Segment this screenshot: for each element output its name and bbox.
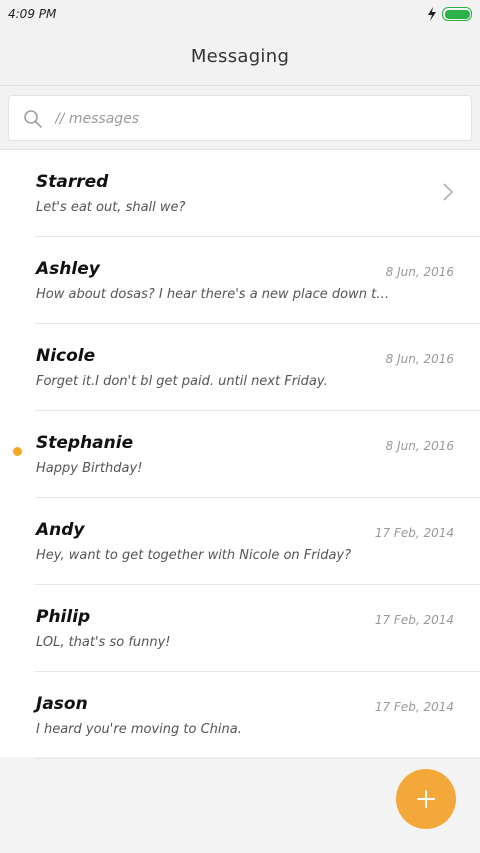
message-date: 8 Jun, 2016 <box>385 352 454 366</box>
message-date: 8 Jun, 2016 <box>385 439 454 453</box>
contact-name: Nicole <box>36 346 96 366</box>
battery-level <box>444 9 470 19</box>
conversation-row[interactable]: Andy 17 Feb, 2014 Hey, want to get togethe… <box>0 498 480 585</box>
search-box[interactable] <box>8 95 472 141</box>
chevron-right-icon <box>443 183 454 201</box>
search-input[interactable] <box>55 107 455 131</box>
message-preview: Forget it.I don't bl get paid. until nex… <box>36 374 328 389</box>
new-message-button[interactable] <box>396 769 456 829</box>
app-header: Messaging <box>0 28 480 86</box>
contact-name: Jason <box>36 694 88 714</box>
status-bar: 4:09 PM <box>0 0 480 28</box>
plus-icon <box>417 790 435 808</box>
conversation-list: Starred Let's eat out, shall we? Ashley 8 J… <box>0 150 480 759</box>
message-preview: How about dosas? I hear there's a new pl… <box>36 287 396 302</box>
message-preview: LOL, that's so funny! <box>36 635 171 650</box>
message-date: 17 Feb, 2014 <box>374 700 454 714</box>
conversation-row[interactable]: Stephanie 8 Jun, 2016 Happy Birthday! <box>0 411 480 498</box>
battery-icon <box>442 7 472 21</box>
contact-name: Philip <box>36 607 91 627</box>
search-icon <box>24 110 42 128</box>
conversation-row[interactable]: Philip 17 Feb, 2014 LOL, that's so funny! <box>0 585 480 672</box>
message-preview: Let's eat out, shall we? <box>36 200 186 215</box>
message-date: 8 Jun, 2016 <box>385 265 454 279</box>
contact-name: Stephanie <box>36 433 134 453</box>
unread-dot-icon <box>13 447 22 456</box>
search-bar <box>0 86 480 150</box>
message-preview: Happy Birthday! <box>36 461 143 476</box>
message-preview: I heard you're moving to China. <box>36 722 242 737</box>
status-time: 4:09 PM <box>8 7 57 21</box>
message-date: 17 Feb, 2014 <box>374 526 454 540</box>
contact-name: Starred <box>36 172 109 192</box>
message-preview: Hey, want to get together with Nicole on… <box>36 548 352 563</box>
message-date: 17 Feb, 2014 <box>374 613 454 627</box>
page-title: Messaging <box>190 46 290 67</box>
conversation-row[interactable]: Nicole 8 Jun, 2016 Forget it.I don't bl ge… <box>0 324 480 411</box>
conversation-row[interactable]: Starred Let's eat out, shall we? <box>0 150 480 237</box>
contact-name: Andy <box>36 520 85 540</box>
conversation-row[interactable]: Ashley 8 Jun, 2016 How about dosas? I hear… <box>0 237 480 324</box>
status-icons <box>427 6 472 22</box>
charging-bolt-icon <box>428 7 436 21</box>
contact-name: Ashley <box>36 259 100 279</box>
conversation-row[interactable]: Jason 17 Feb, 2014 I heard you're moving t… <box>0 672 480 759</box>
